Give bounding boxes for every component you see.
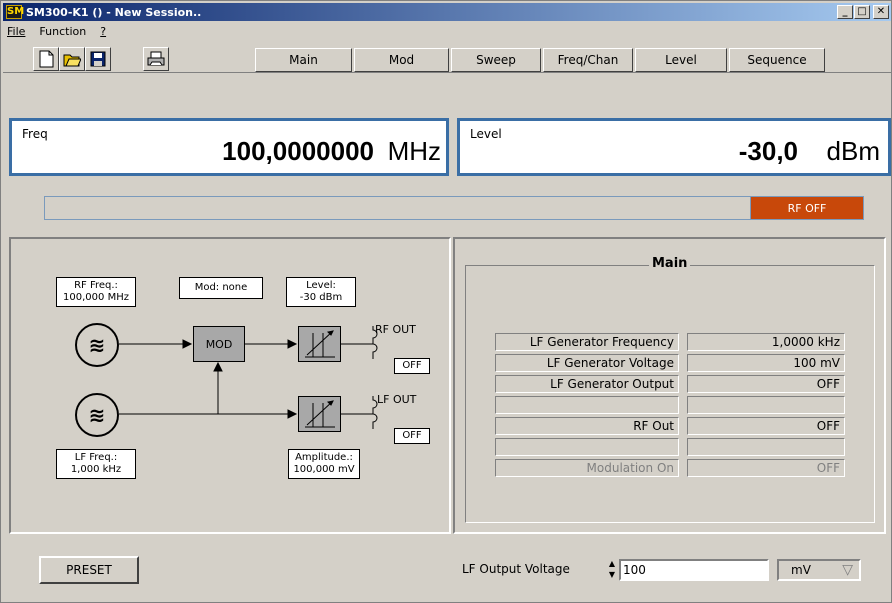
setting-value[interactable] bbox=[687, 438, 845, 456]
setting-value[interactable]: OFF bbox=[687, 417, 845, 435]
rf-generator-icon[interactable]: ≋ bbox=[75, 323, 119, 367]
spin-up-icon[interactable]: ▲ bbox=[607, 559, 617, 570]
amplitude-box: Amplitude.: 100,000 mV bbox=[288, 449, 360, 479]
lf-output-input[interactable]: 100 bbox=[619, 559, 769, 581]
freq-unit: MHz bbox=[387, 136, 441, 166]
print-button[interactable] bbox=[143, 47, 169, 71]
open-icon bbox=[63, 54, 81, 67]
spin-down-icon[interactable]: ▼ bbox=[607, 570, 617, 581]
level-value: -30,0 bbox=[738, 136, 798, 166]
lf-generator-icon[interactable]: ≋ bbox=[75, 393, 119, 437]
tab-freq-chan[interactable]: Freq/Chan bbox=[543, 48, 633, 72]
setting-value[interactable]: OFF bbox=[687, 459, 845, 477]
close-button[interactable]: ✕ bbox=[873, 5, 889, 19]
level-label: Level bbox=[470, 127, 502, 141]
title-bar: SM SM300-K1 () - New Session.. _ □ ✕ bbox=[3, 3, 891, 21]
setting-label bbox=[495, 396, 679, 414]
freq-label: Freq bbox=[22, 127, 48, 141]
save-icon bbox=[90, 51, 106, 67]
menu-file[interactable]: File bbox=[7, 25, 25, 38]
spin-button[interactable]: ▲ ▼ bbox=[607, 559, 617, 581]
freq-readout[interactable]: Freq 100,0000000 MHz bbox=[9, 118, 449, 176]
main-settings-panel: Main LF Generator Frequency 1,0000 kHz LF … bbox=[453, 237, 886, 534]
lf-attenuator-icon[interactable] bbox=[298, 396, 341, 432]
menu-function[interactable]: Function bbox=[39, 25, 86, 38]
setting-value[interactable] bbox=[687, 396, 845, 414]
maximize-button[interactable]: □ bbox=[854, 5, 870, 19]
level-unit: dBm bbox=[826, 136, 880, 166]
window-title: SM300-K1 () - New Session.. bbox=[26, 5, 202, 19]
lf-output-label: LF Output Voltage bbox=[462, 562, 570, 576]
save-file-button[interactable] bbox=[85, 47, 111, 71]
lf-freq-box: LF Freq.: 1,000 kHz bbox=[56, 449, 136, 479]
minimize-button[interactable]: _ bbox=[837, 5, 853, 19]
new-file-button[interactable] bbox=[33, 47, 59, 71]
unit-value: mV bbox=[791, 563, 811, 577]
setting-value[interactable]: OFF bbox=[687, 375, 845, 393]
print-icon bbox=[147, 51, 165, 66]
rf-status-bar: RF OFF bbox=[44, 196, 864, 220]
lf-freq-label: LF Freq.: bbox=[74, 452, 118, 463]
setting-value[interactable]: 100 mV bbox=[687, 354, 845, 372]
app-logo-icon: SM bbox=[6, 5, 25, 19]
level-readout[interactable]: Level -30,0 dBm bbox=[457, 118, 891, 176]
setting-value[interactable]: 1,0000 kHz bbox=[687, 333, 845, 351]
rf-off-indicator[interactable]: RF OFF bbox=[750, 197, 863, 219]
setting-label: Modulation On bbox=[495, 459, 679, 477]
amplitude-label: Amplitude.: bbox=[295, 452, 353, 463]
open-file-button[interactable] bbox=[59, 47, 85, 71]
setting-label: RF Out bbox=[495, 417, 679, 435]
tab-mod[interactable]: Mod bbox=[354, 48, 449, 72]
attenuator-symbol-icon bbox=[305, 330, 335, 358]
app-window: SM SM300-K1 () - New Session.. _ □ ✕ Fil… bbox=[0, 0, 892, 603]
setting-label: LF Generator Frequency bbox=[495, 333, 679, 351]
main-group-title: Main bbox=[649, 256, 691, 271]
toolbar: Main Mod Sweep Freq/Chan Level Sequence bbox=[3, 41, 891, 73]
lf-out-label: LF OUT bbox=[377, 393, 417, 406]
lf-out-state[interactable]: OFF bbox=[394, 428, 430, 444]
unit-select[interactable]: mV ▽ bbox=[777, 559, 861, 581]
block-diagram-panel: RF Freq.: 100,000 MHz Mod: none Level: -… bbox=[9, 237, 451, 534]
signal-flow-lines bbox=[119, 326, 378, 429]
freq-value: 100,0000000 bbox=[222, 136, 374, 166]
tab-sweep[interactable]: Sweep bbox=[451, 48, 541, 72]
menu-help[interactable]: ? bbox=[100, 25, 106, 38]
setting-label: LF Generator Voltage bbox=[495, 354, 679, 372]
amplitude-value: 100,000 mV bbox=[293, 464, 355, 475]
tab-sequence[interactable]: Sequence bbox=[729, 48, 825, 72]
readouts: Freq 100,0000000 MHz Level -30,0 dBm bbox=[9, 118, 892, 180]
setting-label bbox=[495, 438, 679, 456]
rf-out-label: RF OUT bbox=[375, 323, 416, 336]
menu-bar: File Function ? bbox=[3, 22, 891, 40]
preset-button[interactable]: PRESET bbox=[39, 556, 139, 584]
bottom-bar: PRESET LF Output Voltage ▲ ▼ 100 mV ▽ bbox=[9, 536, 886, 596]
lf-freq-value: 1,000 kHz bbox=[70, 464, 122, 475]
mod-block[interactable]: MOD bbox=[193, 326, 245, 362]
tab-main[interactable]: Main bbox=[255, 48, 352, 72]
setting-label: LF Generator Output bbox=[495, 375, 679, 393]
attenuator-symbol-icon bbox=[305, 400, 335, 428]
chevron-down-icon: ▽ bbox=[842, 562, 853, 578]
new-icon bbox=[39, 50, 54, 68]
main-groupbox bbox=[465, 265, 875, 523]
rf-attenuator-icon[interactable] bbox=[298, 326, 341, 362]
tab-level[interactable]: Level bbox=[635, 48, 727, 72]
rf-out-state[interactable]: OFF bbox=[394, 358, 430, 374]
